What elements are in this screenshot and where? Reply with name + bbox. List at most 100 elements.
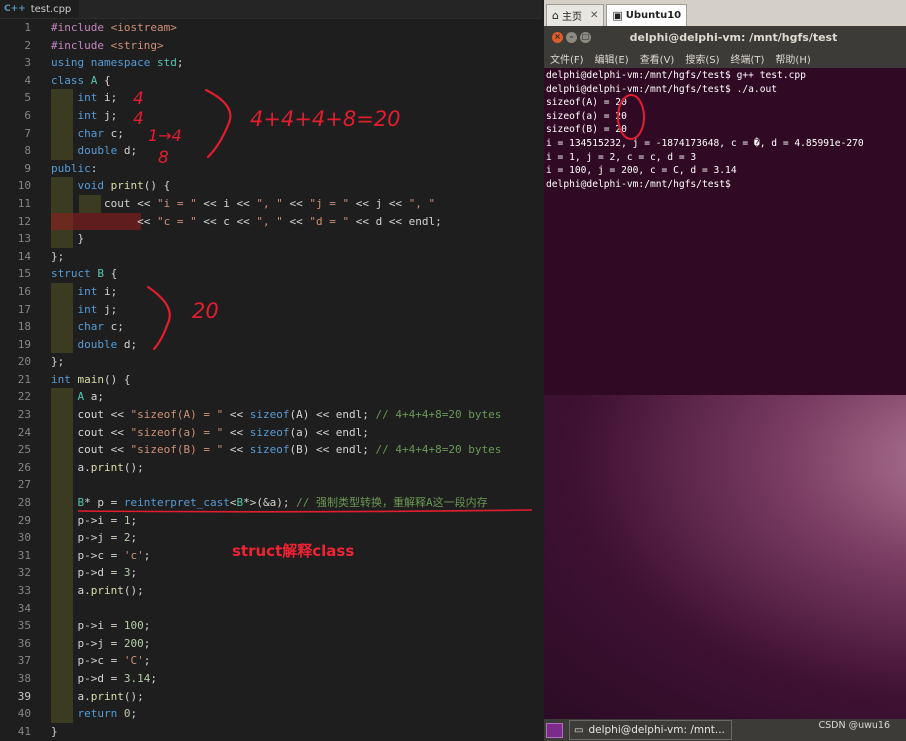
terminal-line: delphi@delphi-vm:/mnt/hgfs/test$ — [546, 178, 731, 190]
code-line[interactable]: 26 a.print(); — [0, 458, 542, 477]
code-text: char c; — [77, 126, 124, 140]
code-text: #include <string> — [51, 38, 164, 52]
line-number: 3 — [24, 56, 31, 70]
code-line[interactable]: 5 int i; — [0, 89, 542, 107]
menu-file[interactable]: 文件(F) — [550, 51, 584, 66]
code-line[interactable]: 10 void print() { — [0, 177, 542, 195]
code-line[interactable]: 20}; — [0, 353, 542, 371]
line-number: 23 — [17, 408, 31, 422]
code-area[interactable]: 1 #include <iostream> 2 #include <string> 3 u… — [0, 19, 542, 740]
code-text: int i; — [77, 284, 118, 298]
line-number: 26 — [17, 460, 31, 474]
line-number: 41 — [17, 724, 31, 738]
code-line[interactable]: 11 cout << "i = " << i << ", " << "j = "… — [0, 194, 542, 213]
line-number: 39 — [17, 689, 31, 703]
code-line[interactable]: 40 return 0; — [0, 705, 542, 723]
code-line[interactable]: 29 p->i = 1; — [0, 511, 542, 530]
code-text: cout << "sizeof(A) = " << sizeof(A) << e… — [51, 408, 502, 422]
code-text: p->j = 200; — [51, 636, 151, 650]
code-line[interactable]: 16 int i; — [0, 282, 542, 301]
line-number: 38 — [17, 671, 31, 685]
code-text: return 0; — [77, 707, 138, 721]
menu-edit[interactable]: 编辑(E) — [595, 51, 629, 66]
close-icon[interactable]: ✕ — [590, 10, 598, 21]
code-text: cout << "sizeof(B) = " << sizeof(B) << e… — [51, 443, 502, 457]
line-number: 22 — [17, 390, 31, 404]
code-line[interactable]: 12 << "c = " << c << ", " << "d = " << d… — [0, 212, 542, 231]
code-line[interactable]: 8 double d; — [0, 142, 542, 160]
editor-tab-test-cpp[interactable]: C++ test.cpp — [0, 0, 80, 18]
editor-tab-label: test.cpp — [30, 3, 72, 15]
vm-tab-ubuntu[interactable]: ▣ Ubuntu10 — [606, 4, 688, 26]
line-number: 27 — [17, 478, 31, 492]
code-line[interactable]: 41} — [0, 723, 542, 741]
code-line[interactable]: 38 p->d = 3.14; — [0, 669, 542, 688]
annotation-caption: struct解释class — [232, 542, 355, 560]
code-text: void print() { — [77, 179, 171, 193]
code-line[interactable]: 37 p->c = 'C'; — [0, 652, 542, 670]
menu-view[interactable]: 查看(V) — [640, 51, 675, 66]
code-line[interactable]: 21 int main() { — [0, 371, 542, 389]
code-line[interactable]: 34 — [0, 599, 542, 618]
code-line[interactable]: 6 int j; — [0, 106, 542, 125]
vm-tab-ubuntu-label: Ubuntu10 — [625, 10, 682, 21]
code-text: double d; — [77, 144, 138, 158]
code-text: int main() { — [51, 372, 131, 386]
line-number: 10 — [17, 179, 31, 193]
terminal-output[interactable]: delphi@delphi-vm:/mnt/hgfs/test$ g++ tes… — [544, 68, 906, 395]
code-line[interactable]: 23 cout << "sizeof(A) = " << sizeof(A) <… — [0, 406, 542, 424]
line-number: 33 — [17, 584, 31, 597]
code-line[interactable]: 2 #include <string> — [0, 37, 542, 55]
menu-terminal[interactable]: 终端(T) — [731, 51, 765, 66]
code-line[interactable]: 24 cout << "sizeof(a) = " << sizeof(a) <… — [0, 423, 542, 442]
code-line[interactable]: 18 char c; — [0, 318, 542, 336]
cpp-file-icon: C++ — [4, 4, 26, 14]
show-desktop-button[interactable] — [546, 722, 563, 738]
code-line[interactable]: 3 using namespace std; — [0, 54, 542, 72]
window-maximize-button[interactable]: □ — [580, 31, 591, 43]
menu-help[interactable]: 帮助(H) — [775, 51, 810, 66]
code-text: p->d = 3.14; — [51, 671, 157, 685]
code-text: p->i = 1; — [51, 513, 138, 527]
code-text: struct B { — [51, 267, 118, 281]
line-number: 8 — [24, 144, 31, 158]
code-line[interactable]: 7 char c; — [0, 124, 542, 143]
code-line[interactable]: 4 class A { — [0, 72, 542, 90]
vm-tab-home[interactable]: ⌂ 主页 ✕ — [546, 4, 605, 26]
code-line[interactable]: 1 #include <iostream> — [0, 19, 542, 37]
code-text: int i; — [77, 91, 118, 105]
terminal-title-bar: × – □ delphi@delphi-vm: /mnt/hgfs/test — [544, 26, 906, 48]
home-icon: ⌂ — [552, 9, 559, 22]
terminal-line: sizeof(B) = 20 — [546, 124, 627, 136]
code-line[interactable]: 33 a.print(); — [0, 582, 542, 600]
line-number: 12 — [17, 214, 31, 228]
code-line[interactable]: 19 double d; — [0, 335, 542, 354]
code-line[interactable]: 28 B* p = reinterpret_cast<B*>(&a); // 强… — [0, 494, 542, 512]
code-line[interactable]: 14}; — [0, 248, 542, 266]
code-line[interactable]: 32 p->d = 3; — [0, 564, 542, 582]
window-minimize-button[interactable]: – — [566, 31, 577, 43]
line-number: 13 — [17, 232, 31, 246]
code-text: a.print(); — [51, 584, 144, 597]
code-text: public: — [51, 161, 98, 175]
code-line[interactable]: 25 cout << "sizeof(B) = " << sizeof(B) <… — [0, 441, 542, 459]
code-text: cout << "i = " << i << ", " << "j = " <<… — [51, 196, 436, 210]
line-number: 28 — [17, 496, 31, 510]
code-line[interactable]: 36 p->j = 200; — [0, 634, 542, 653]
menu-search[interactable]: 搜索(S) — [685, 51, 719, 66]
line-number: 25 — [17, 443, 31, 457]
code-line[interactable]: 27 — [0, 476, 542, 495]
code-line[interactable]: 39 a.print(); — [0, 687, 542, 706]
terminal-menu-bar: 文件(F) 编辑(E) 查看(V) 搜索(S) 终端(T) 帮助(H) — [544, 48, 906, 68]
code-line[interactable]: 9 public: — [0, 160, 542, 178]
line-number: 21 — [17, 372, 31, 386]
code-line[interactable]: 35 p->i = 100; — [0, 617, 542, 635]
code-text: } — [51, 232, 85, 246]
taskbar-terminal-item[interactable]: ▭ delphi@delphi-vm: /mnt... — [569, 720, 732, 740]
code-line[interactable]: 13 } — [0, 230, 542, 248]
code-line[interactable]: 17 int j; — [0, 300, 542, 319]
code-text: p->c = 'C'; — [51, 654, 151, 668]
window-close-button[interactable]: × — [552, 31, 563, 43]
code-line[interactable]: 22 A a; — [0, 388, 542, 407]
code-line[interactable]: 15 struct B { — [0, 265, 542, 283]
